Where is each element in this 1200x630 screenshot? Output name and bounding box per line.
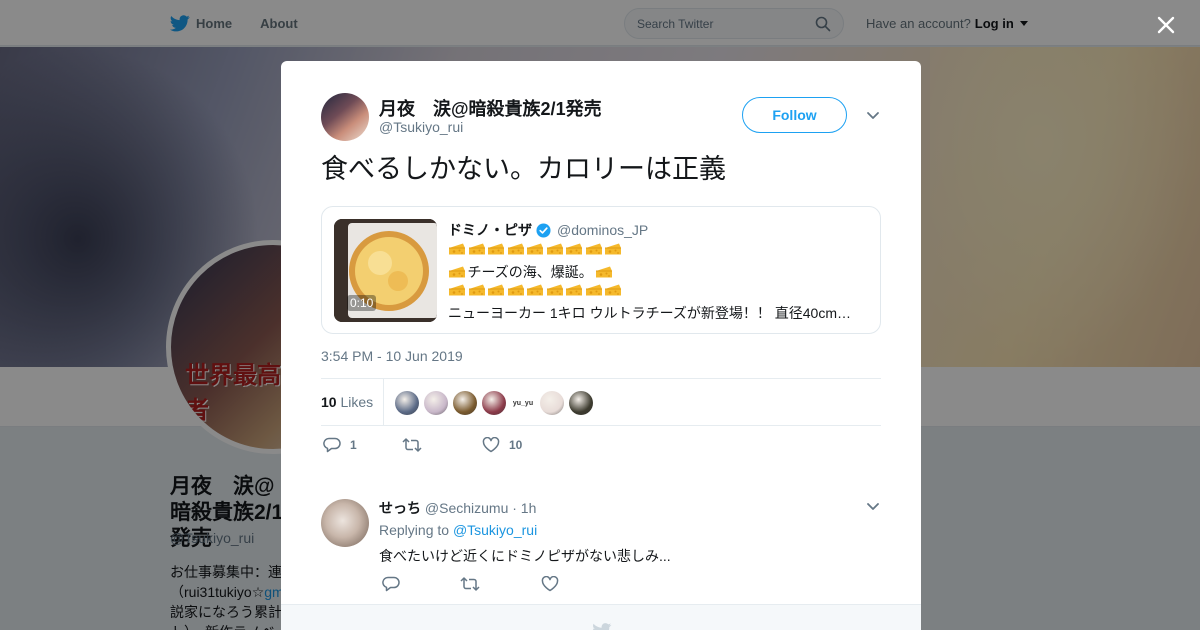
cheese-emoji-icon [565,242,583,256]
quote-author-name[interactable]: ドミノ・ピザ [448,220,532,240]
replying-to-label: Replying to [379,522,450,538]
retweet-icon [402,438,422,452]
video-duration: 0:10 [347,295,377,311]
quote-author-handle[interactable]: @dominos_JP [557,222,648,238]
liker-avatar[interactable]: yu_yu [511,391,535,415]
cheese-emoji-icon [487,242,505,256]
tweet-actions: 1 10 [321,437,621,459]
reply-icon[interactable] [382,576,400,592]
likes-label: Likes [340,394,374,410]
twitter-bird-icon [593,623,612,630]
replying-to: Replying to @Tsukiyo_rui [379,522,537,538]
tweet-timestamp[interactable]: 3:54 PM - 10 Jun 2019 [321,348,463,364]
reply-header: せっち @Sechizumu · 1h [379,498,536,518]
quote-line-2: チーズの海、爆誕。 [448,262,614,282]
cheese-emoji-icon [604,242,622,256]
tweet-text: 食べるしかない。カロリーは正義 [321,154,726,184]
modal-footer [281,604,921,630]
likes-count: 10 [321,394,337,410]
cheese-emoji-row [448,282,624,298]
follow-button[interactable]: Follow [742,97,847,133]
cheese-emoji-icon [546,283,564,297]
cheese-emoji-icon [604,283,622,297]
cheese-emoji-icon [487,283,505,297]
chevron-down-icon[interactable] [865,107,881,123]
cheese-emoji-icon [585,242,603,256]
retweet-icon[interactable] [460,576,480,592]
video-thumbnail[interactable]: 0:10 [334,219,437,322]
verified-badge-icon [536,222,551,238]
replying-to-link[interactable]: @Tsukiyo_rui [453,522,537,538]
liker-avatar[interactable] [395,391,419,415]
quote-line-2-text: チーズの海、爆誕。 [467,264,593,280]
cheese-emoji-icon [585,283,603,297]
liker-avatar[interactable] [482,391,506,415]
reply-time[interactable]: · 1h [512,500,536,516]
reply-icon [323,437,341,453]
heart-icon [482,437,500,453]
quoted-tweet-card[interactable]: 0:10 ドミノ・ピザ @dominos_JP チーズの海、爆誕。 ニューヨーカ… [321,206,881,334]
cheese-emoji-icon [526,242,544,256]
stats-divider [383,379,384,426]
cheese-emoji-row [448,241,624,257]
reply-count: 1 [350,438,357,452]
cheese-emoji-icon [448,242,466,256]
reply-author-handle[interactable]: @Sechizumu [425,500,508,516]
cheese-emoji-icon [507,242,525,256]
chevron-down-icon[interactable] [865,498,881,514]
author-avatar[interactable] [321,93,369,141]
liker-avatar[interactable] [540,391,564,415]
reply-author-avatar[interactable] [321,499,369,547]
heart-icon[interactable] [541,576,559,592]
close-icon[interactable] [1152,11,1180,39]
like-count: 10 [509,438,523,452]
author-handle[interactable]: @Tsukiyo_rui [379,119,463,135]
cheese-emoji-icon [468,283,486,297]
cheese-emoji-icon [448,283,466,297]
cheese-emoji-icon [468,242,486,256]
cheese-emoji-icon [595,265,613,279]
tweet-stats: 10 Likes yu_yu [321,378,881,426]
quote-header: ドミノ・ピザ @dominos_JP [448,220,648,240]
liker-avatars: yu_yu [395,391,593,415]
cheese-emoji-icon [526,283,544,297]
like-button[interactable]: 10 [482,437,522,453]
quote-line-4: ニューヨーカー 1キロ ウルトラチーズが新登場！！ 直径40cm… [448,305,851,321]
cheese-emoji-icon [507,283,525,297]
tweet-modal: 月夜 涙@暗殺貴族2/1発売 @Tsukiyo_rui Follow 食べるしか… [281,61,921,630]
liker-avatar[interactable] [569,391,593,415]
likes-stat[interactable]: 10 Likes [321,394,373,410]
retweet-button[interactable] [402,437,431,453]
liker-avatar[interactable] [453,391,477,415]
cheese-emoji-icon [565,283,583,297]
reply-button[interactable]: 1 [323,437,357,453]
cheese-emoji-icon [448,265,466,279]
author-name[interactable]: 月夜 涙@暗殺貴族2/1発売 [379,95,602,121]
liker-avatar[interactable] [424,391,448,415]
reply-author-name[interactable]: せっち [379,500,421,516]
cheese-emoji-icon [546,242,564,256]
reply-text: 食べたいけど近くにドミノピザがない悲しみ... [379,548,671,564]
